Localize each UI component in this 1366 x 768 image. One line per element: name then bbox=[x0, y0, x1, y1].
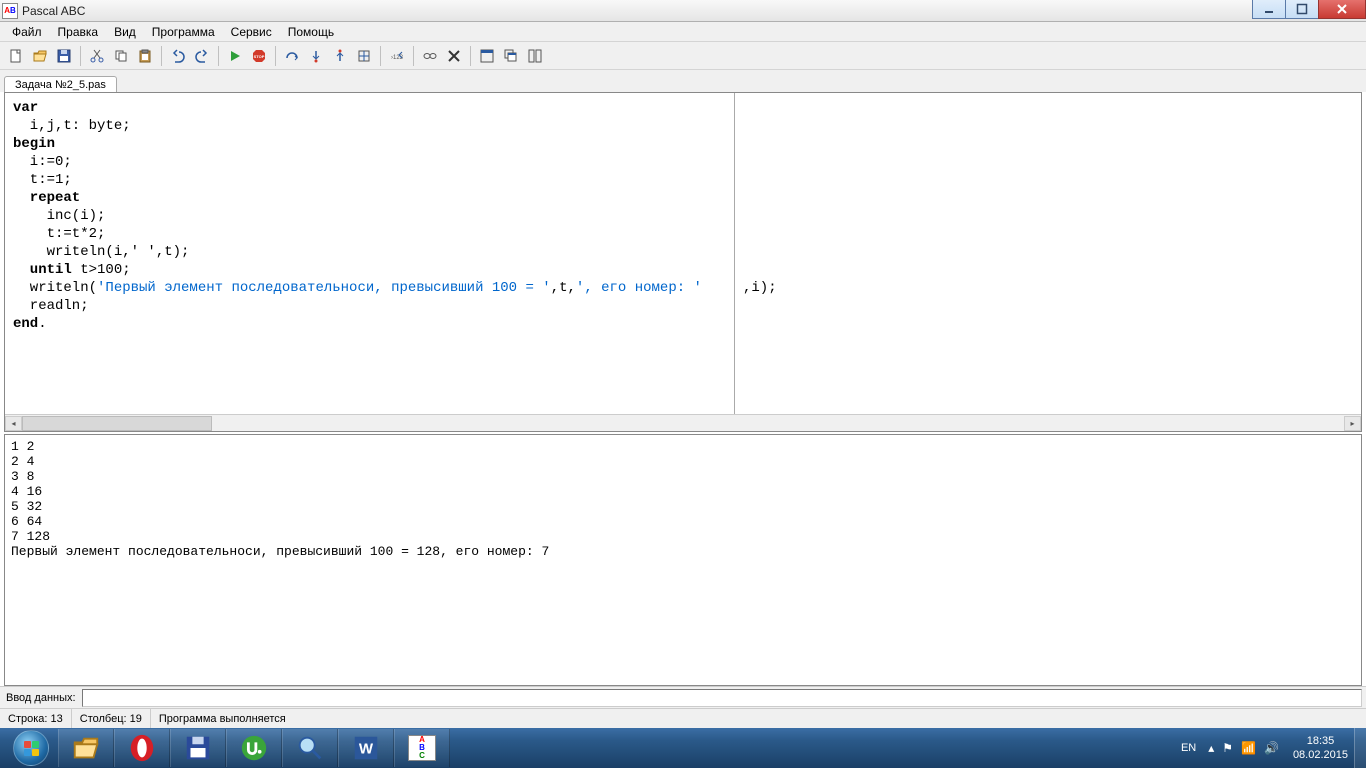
menu-edit[interactable]: Правка bbox=[50, 23, 107, 41]
save-file-button[interactable] bbox=[53, 45, 75, 67]
minimize-button[interactable] bbox=[1252, 0, 1286, 19]
tray-language[interactable]: EN bbox=[1181, 742, 1196, 754]
paste-button[interactable] bbox=[134, 45, 156, 67]
menu-file[interactable]: Файл bbox=[4, 23, 50, 41]
toolbar-separator bbox=[161, 46, 162, 66]
app-icon: AB bbox=[2, 3, 18, 19]
taskbar-word[interactable]: W bbox=[338, 729, 394, 767]
scroll-left-icon[interactable]: ◂ bbox=[5, 416, 22, 431]
tray-sound-icon[interactable]: 🔊 bbox=[1264, 741, 1279, 755]
output-panel[interactable]: 1 2 2 4 3 8 4 16 5 32 6 64 7 128 Первый … bbox=[4, 434, 1362, 686]
close-button[interactable] bbox=[1318, 0, 1366, 19]
open-file-button[interactable] bbox=[29, 45, 51, 67]
undo-button[interactable] bbox=[167, 45, 189, 67]
status-col: Столбец: 19 bbox=[72, 709, 151, 728]
watch-button[interactable] bbox=[419, 45, 441, 67]
status-col-value: 19 bbox=[130, 713, 142, 725]
eval-button[interactable] bbox=[443, 45, 465, 67]
toolbar-separator bbox=[80, 46, 81, 66]
taskbar-save-icon[interactable] bbox=[170, 729, 226, 767]
redo-button[interactable] bbox=[191, 45, 213, 67]
maximize-button[interactable] bbox=[1285, 0, 1319, 19]
system-tray: EN ▴ ⚑ 📶 🔊 18:35 08.02.2015 bbox=[1173, 728, 1366, 768]
start-button[interactable] bbox=[4, 728, 58, 768]
code-editor-right-pane[interactable]: ,i); bbox=[735, 93, 1361, 414]
window-arrange-button[interactable] bbox=[524, 45, 546, 67]
status-line: Строка: 13 bbox=[0, 709, 72, 728]
tray-time: 18:35 bbox=[1293, 734, 1348, 748]
input-field[interactable] bbox=[82, 689, 1362, 707]
cut-button[interactable] bbox=[86, 45, 108, 67]
step-over-button[interactable] bbox=[281, 45, 303, 67]
taskbar-explorer[interactable] bbox=[58, 729, 114, 767]
tray-date: 08.02.2015 bbox=[1293, 748, 1348, 762]
taskbar: W ABC EN ▴ ⚑ 📶 🔊 18:35 08.02.2015 bbox=[0, 728, 1366, 768]
status-message: Программа выполняется bbox=[151, 709, 1366, 728]
tray-clock[interactable]: 18:35 08.02.2015 bbox=[1293, 734, 1348, 762]
file-tab-active[interactable]: Задача №2_5.pas bbox=[4, 76, 117, 93]
status-col-label: Столбец: bbox=[80, 713, 127, 725]
toolbar-separator bbox=[380, 46, 381, 66]
show-desktop-button[interactable] bbox=[1354, 728, 1366, 768]
scroll-right-icon[interactable]: ▸ bbox=[1344, 416, 1361, 431]
code-editor[interactable]: var i,j,t: byte; begin i:=0; t:=1; repea… bbox=[5, 93, 735, 414]
taskbar-utorrent[interactable] bbox=[226, 729, 282, 767]
scroll-thumb[interactable] bbox=[22, 416, 212, 431]
menu-view[interactable]: Вид bbox=[106, 23, 144, 41]
toolbar-separator bbox=[470, 46, 471, 66]
input-row: Ввод данных: bbox=[0, 686, 1366, 708]
horizontal-scrollbar[interactable]: ◂ ▸ bbox=[5, 414, 1361, 431]
tray-arrow-icon[interactable]: ▴ bbox=[1208, 741, 1214, 755]
input-label: Ввод данных: bbox=[4, 692, 82, 704]
toolbar-separator bbox=[275, 46, 276, 66]
toolbar-separator bbox=[218, 46, 219, 66]
tray-flag-icon[interactable]: ⚑ bbox=[1222, 741, 1233, 755]
taskbar-opera[interactable] bbox=[114, 729, 170, 767]
taskbar-pascalabc[interactable]: ABC bbox=[394, 729, 450, 767]
toolbar-separator bbox=[413, 46, 414, 66]
window-tile-button[interactable] bbox=[476, 45, 498, 67]
tray-network-icon[interactable]: 📶 bbox=[1241, 741, 1256, 755]
toolbar: STOP ›123 bbox=[0, 42, 1366, 70]
menubar: Файл Правка Вид Программа Сервис Помощь bbox=[0, 22, 1366, 42]
new-file-button[interactable] bbox=[5, 45, 27, 67]
statusbar: Строка: 13 Столбец: 19 Программа выполня… bbox=[0, 708, 1366, 728]
status-line-label: Строка: bbox=[8, 713, 47, 725]
copy-button[interactable] bbox=[110, 45, 132, 67]
stop-button[interactable]: STOP bbox=[248, 45, 270, 67]
editor-area: var i,j,t: byte; begin i:=0; t:=1; repea… bbox=[4, 92, 1362, 432]
goto-cursor-button[interactable] bbox=[353, 45, 375, 67]
titlebar: AB Pascal ABC bbox=[0, 0, 1366, 22]
window-cascade-button[interactable] bbox=[500, 45, 522, 67]
svg-text:STOP: STOP bbox=[254, 54, 265, 59]
window-title: Pascal ABC bbox=[22, 4, 85, 18]
breakpoint-button[interactable]: ›123 bbox=[386, 45, 408, 67]
status-line-value: 13 bbox=[51, 713, 63, 725]
svg-text:W: W bbox=[359, 741, 374, 758]
step-into-button[interactable] bbox=[305, 45, 327, 67]
run-button[interactable] bbox=[224, 45, 246, 67]
step-out-button[interactable] bbox=[329, 45, 351, 67]
menu-service[interactable]: Сервис bbox=[223, 23, 280, 41]
file-tab-bar: Задача №2_5.pas bbox=[0, 70, 1366, 92]
taskbar-magnifier[interactable] bbox=[282, 729, 338, 767]
menu-program[interactable]: Программа bbox=[144, 23, 223, 41]
menu-help[interactable]: Помощь bbox=[280, 23, 342, 41]
